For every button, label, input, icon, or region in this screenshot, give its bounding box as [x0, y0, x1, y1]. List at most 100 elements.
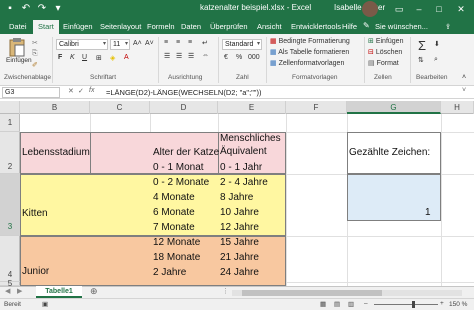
- number-format-select[interactable]: Standard ▾: [222, 39, 262, 50]
- underline-button[interactable]: U: [82, 54, 87, 61]
- cell-d-kitten[interactable]: 4 Monate: [153, 190, 195, 205]
- horizontal-scrollbar[interactable]: [232, 290, 462, 296]
- cell-d-junior[interactable]: 7 Monate: [153, 220, 195, 235]
- italic-button[interactable]: K: [70, 54, 75, 61]
- tab-start[interactable]: Start: [33, 20, 59, 34]
- sheet-tab-tabelle1[interactable]: Tabelle1: [36, 286, 82, 298]
- tab-ueberpruefen[interactable]: Überprüfen: [205, 20, 253, 34]
- conditional-formatting-button[interactable]: ▦ Bedingte Formatierung: [270, 37, 350, 45]
- zoom-slider-thumb[interactable]: [412, 301, 415, 308]
- wrap-text-icon[interactable]: ↵: [202, 39, 208, 47]
- tab-datei[interactable]: Datei: [4, 20, 32, 34]
- cell-g2[interactable]: Gezählte Zeichen:: [349, 145, 430, 160]
- autosum-icon[interactable]: Σ: [418, 38, 426, 53]
- tab-formeln[interactable]: Formeln: [142, 20, 180, 34]
- font-size-select[interactable]: 11 ▾: [110, 39, 130, 50]
- cell-b4[interactable]: Junior: [22, 264, 49, 279]
- cell-d-junior[interactable]: 12 Monate: [153, 235, 200, 250]
- zoom-out-icon[interactable]: –: [364, 300, 368, 307]
- prev-sheet-icon[interactable]: ◀: [5, 287, 10, 295]
- column-header-g[interactable]: G: [347, 101, 441, 114]
- zoom-in-icon[interactable]: +: [440, 300, 444, 307]
- cell-e-junior[interactable]: 21 Jahre: [220, 250, 259, 265]
- cell-e-kitten[interactable]: 0 - 1 Jahr: [220, 160, 262, 175]
- share-icon[interactable]: ⇪: [440, 20, 456, 34]
- align-top-icon[interactable]: ≡: [164, 39, 168, 46]
- cell-e-kitten[interactable]: 2 - 4 Jahre: [220, 175, 268, 190]
- collapse-ribbon-icon[interactable]: ˄: [462, 74, 466, 81]
- cell-d-junior[interactable]: 18 Monate: [153, 250, 200, 265]
- align-middle-icon[interactable]: ≡: [176, 39, 180, 46]
- font-color-icon[interactable]: A: [124, 54, 129, 61]
- column-header-h[interactable]: H: [441, 101, 474, 114]
- cell-b2[interactable]: Lebensstadium: [22, 145, 90, 160]
- normal-view-icon[interactable]: ▦: [320, 300, 326, 308]
- expand-formula-icon[interactable]: ˅: [462, 87, 466, 94]
- row-header-4[interactable]: 4: [0, 236, 20, 282]
- sort-filter-icon[interactable]: ⇅: [418, 56, 424, 64]
- cell-e-junior[interactable]: 15 Jahre: [220, 235, 259, 250]
- thousands-icon[interactable]: 000: [248, 54, 260, 61]
- cell-d2[interactable]: Alter der Katze: [153, 145, 219, 160]
- cell-g3-value[interactable]: 1: [425, 205, 431, 220]
- shrink-font-icon[interactable]: A˅: [145, 40, 154, 47]
- page-break-icon[interactable]: ▥: [348, 300, 354, 308]
- currency-icon[interactable]: €: [224, 54, 228, 61]
- row-header-2[interactable]: 2: [0, 132, 20, 174]
- customize-icon[interactable]: ▾: [52, 3, 64, 15]
- close-icon[interactable]: ✕: [454, 2, 468, 16]
- cell-e-junior[interactable]: 12 Jahre: [220, 220, 259, 235]
- cell-styles-button[interactable]: ▦ Zellenformatvorlagen: [270, 59, 344, 67]
- grow-font-icon[interactable]: A˄: [133, 40, 142, 47]
- borders-icon[interactable]: ⊞: [96, 54, 102, 62]
- bold-button[interactable]: F: [58, 54, 62, 61]
- redo-icon[interactable]: ↷: [36, 3, 48, 15]
- column-header-b[interactable]: B: [20, 101, 90, 114]
- zoom-level[interactable]: 150 %: [449, 301, 467, 308]
- font-name-select[interactable]: Calibri ▾: [56, 39, 108, 50]
- cut-icon[interactable]: ✂: [32, 39, 38, 47]
- tab-einfuegen[interactable]: Einfügen: [58, 20, 98, 34]
- next-sheet-icon[interactable]: ▶: [17, 287, 22, 295]
- select-all-corner[interactable]: [0, 101, 20, 114]
- cell-d-kitten[interactable]: 6 Monate: [153, 205, 195, 220]
- cell-e-kitten[interactable]: 10 Jahre: [220, 205, 259, 220]
- cell-d-kitten[interactable]: 0 - 1 Monat: [153, 160, 204, 175]
- fx-icon[interactable]: fx: [89, 87, 94, 94]
- fill-color-icon[interactable]: ◈: [110, 54, 115, 62]
- cell-e-kitten[interactable]: 8 Jahre: [220, 190, 253, 205]
- zoom-slider[interactable]: [374, 301, 438, 308]
- align-right-icon[interactable]: ☰: [188, 52, 194, 60]
- format-as-table-button[interactable]: ▦ Als Tabelle formatieren: [270, 48, 349, 56]
- copy-icon[interactable]: ⎘: [32, 50, 38, 58]
- tab-hilfe[interactable]: Hilfe: [337, 20, 362, 34]
- page-layout-icon[interactable]: ▤: [334, 300, 340, 308]
- paste-button[interactable]: Einfügen: [6, 37, 32, 64]
- add-sheet-icon[interactable]: ⊕: [90, 286, 98, 297]
- column-header-e[interactable]: E: [218, 101, 286, 114]
- find-icon[interactable]: ⌕: [434, 56, 438, 64]
- tab-daten[interactable]: Daten: [176, 20, 206, 34]
- tab-ansicht[interactable]: Ansicht: [252, 20, 287, 34]
- insert-cells-button[interactable]: ⊞ Einfügen: [368, 37, 403, 45]
- align-left-icon[interactable]: ☰: [164, 52, 170, 60]
- worksheet-grid[interactable]: Lebensstadium Alter der Katze Menschlich…: [20, 114, 474, 286]
- formula-input[interactable]: =LÄNGE(D2)-LÄNGE(WECHSELN(D2; "a";"")): [106, 87, 261, 98]
- minimize-icon[interactable]: –: [412, 2, 426, 16]
- cell-e2-line2[interactable]: Äquivalent: [220, 144, 267, 159]
- tab-seitenlayout[interactable]: Seitenlayout: [95, 20, 146, 34]
- column-header-c[interactable]: C: [90, 101, 150, 114]
- align-bottom-icon[interactable]: ≡: [188, 39, 192, 46]
- column-header-f[interactable]: F: [286, 101, 347, 114]
- cell-b3[interactable]: Kitten: [22, 206, 48, 221]
- avatar[interactable]: [362, 1, 378, 17]
- merge-center-icon[interactable]: ⇔: [202, 52, 209, 59]
- row-header-3[interactable]: 3: [0, 174, 20, 236]
- cell-e-junior[interactable]: 24 Jahre: [220, 265, 259, 280]
- format-cells-button[interactable]: ▤ Format: [368, 59, 399, 67]
- save-icon[interactable]: ▪: [4, 3, 16, 15]
- format-painter-icon[interactable]: ✐: [32, 61, 38, 69]
- name-box[interactable]: G3: [2, 87, 60, 98]
- align-center-icon[interactable]: ☰: [176, 52, 182, 60]
- cancel-icon[interactable]: ✕: [68, 87, 74, 95]
